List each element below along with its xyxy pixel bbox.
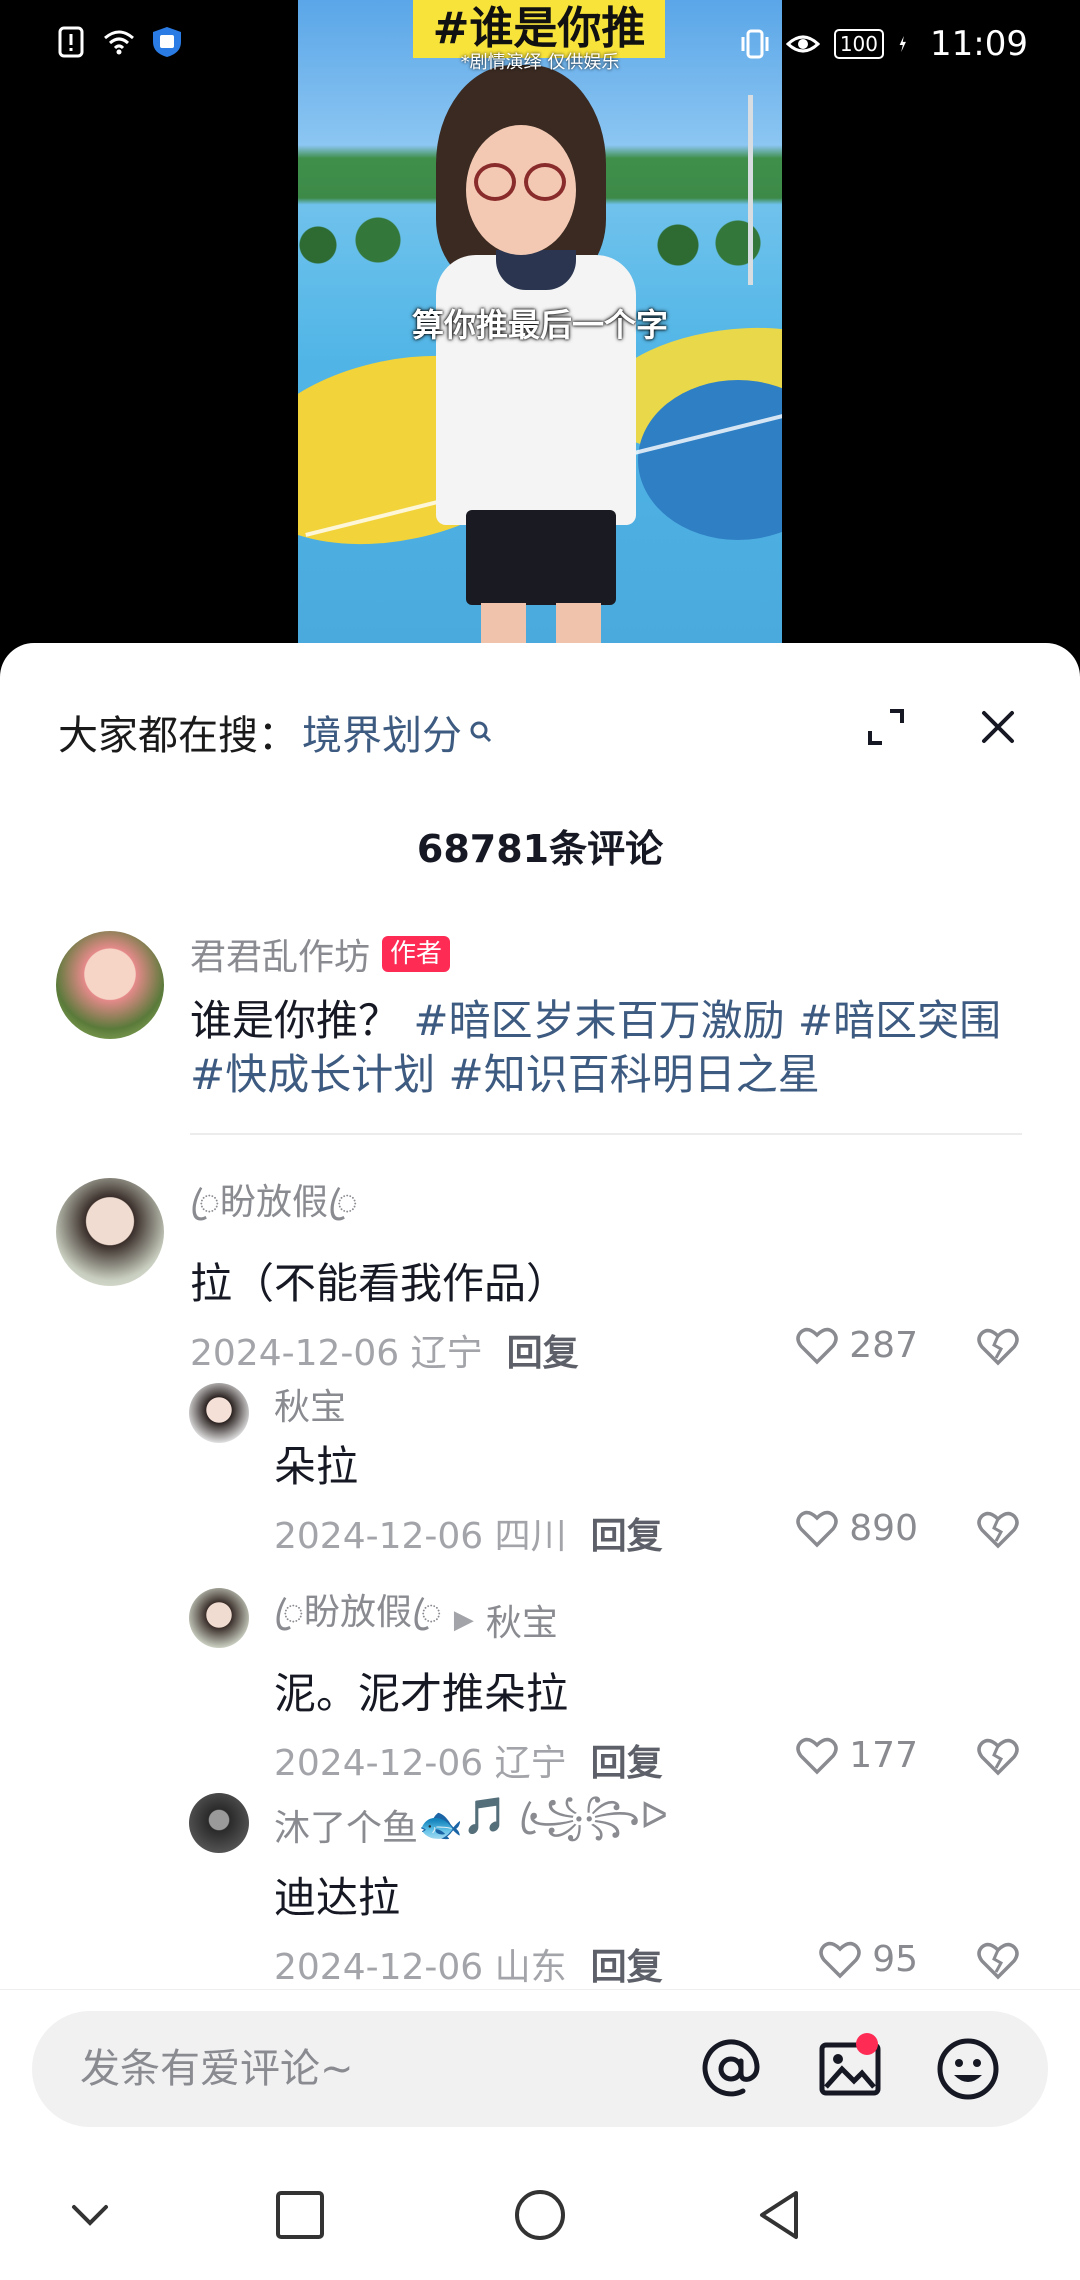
video-caption: 算你推最后一个字 (411, 306, 668, 344)
reply-button[interactable]: 回复 (591, 1507, 663, 1559)
like-count: 95 (872, 1939, 918, 1980)
commenter-name[interactable]: ꦿ盼放假ꦿ (190, 1173, 1020, 1247)
back-icon[interactable] (750, 2185, 810, 2245)
recent-apps-icon[interactable] (270, 2185, 330, 2245)
status-time: 11:09 (930, 24, 1028, 64)
broken-heart-icon[interactable] (976, 1325, 1020, 1369)
like-count: 890 (849, 1508, 918, 1549)
comment-text[interactable]: 迪达拉 (274, 1871, 1020, 1925)
comment-date-location: 2024-12-06 辽宁 (190, 1333, 483, 1374)
commenter-name[interactable]: 沐了个鱼 (274, 1799, 418, 1851)
comment-meta: 2024-12-06 辽宁 回复 287 (190, 1325, 1020, 1375)
eye-icon (785, 35, 820, 53)
heart-icon (819, 1941, 861, 1978)
close-icon[interactable] (976, 705, 1020, 749)
system-navigation-bar (0, 2143, 1080, 2280)
reply-to-name[interactable]: 秋宝 (486, 1594, 558, 1646)
reply-name-row: 沐了个鱼 🐟 🎵 ꧁ꦿ꧂ᐅ (274, 1788, 1020, 1861)
wifi-icon (104, 30, 134, 55)
vibrate-icon (741, 29, 769, 59)
reply-button[interactable]: 回复 (507, 1324, 579, 1376)
image-button[interactable] (814, 2033, 886, 2105)
reply-item: ꦿ盼放假ꦿ ▶ 秋宝 泥。泥才推朵拉 2024-12-06 辽宁 回复 177 (274, 1583, 1020, 1785)
comment-count: 68781条评论 (416, 827, 664, 871)
commenter-name[interactable]: ꦿ盼放假ꦿ (274, 1583, 442, 1657)
comment-meta: 2024-12-06 山东 回复 95 (274, 1939, 1020, 1989)
broken-heart-icon[interactable] (976, 1939, 1020, 1983)
comment-date-location: 2024-12-06 辽宁 (274, 1743, 567, 1784)
reply-button[interactable]: 回复 (591, 1938, 663, 1990)
alert-icon (58, 26, 84, 58)
comment-sheet: 大家都在搜： 境界划分 68781条评论 君君乱作坊 作者 谁是你推？ #暗区岁… (0, 643, 1080, 2280)
heart-icon (796, 1510, 839, 1547)
avatar[interactable] (189, 1588, 249, 1648)
charging-icon (899, 36, 906, 52)
reply-to-arrow-icon: ▶ (453, 1605, 474, 1635)
heart-icon (796, 1327, 839, 1364)
author-post-text: 谁是你推？ #暗区岁末百万激励 #暗区突围 #快成长计划 #知识百科明日之星 (190, 994, 1020, 1102)
avatar[interactable] (189, 1793, 249, 1853)
trending-search-term[interactable]: 境界划分 (302, 703, 462, 761)
status-bar: 100 11:09 (0, 0, 1080, 90)
divider (0, 1989, 1080, 1990)
avatar[interactable] (189, 1383, 249, 1443)
trending-search-prefix: 大家都在搜： (58, 713, 298, 759)
reply-item: 秋宝 朵拉 2024-12-06 四川 回复 890 (274, 1378, 1020, 1558)
chevron-down-icon[interactable] (60, 2185, 120, 2245)
author-badge: 作者 (382, 936, 451, 972)
expand-icon[interactable] (864, 705, 908, 749)
home-icon[interactable] (510, 2185, 570, 2245)
comment-text[interactable]: 朵拉 (274, 1440, 1020, 1494)
author-post: 君君乱作坊 作者 谁是你推？ #暗区岁末百万激励 #暗区突围 #快成长计划 #知… (190, 928, 1020, 1102)
notification-dot (856, 2033, 878, 2055)
trending-search[interactable]: 大家都在搜： 境界划分 (58, 703, 494, 761)
video-person (416, 55, 666, 660)
shield-icon (153, 27, 181, 57)
comment-item: ꦿ盼放假ꦿ 拉（不能看我作品） 2024-12-06 辽宁 回复 287 (190, 1173, 1020, 1375)
search-icon (470, 721, 492, 743)
comment-input[interactable] (80, 2041, 680, 2097)
broken-heart-icon[interactable] (976, 1508, 1020, 1552)
video-player[interactable]: #谁是你推 *剧情演绎 仅供娱乐 算你推最后一个字 (0, 0, 1080, 660)
like-button[interactable]: 95 (818, 1939, 918, 1980)
video-lamp-post (748, 95, 753, 285)
avatar[interactable] (56, 1178, 164, 1286)
comment-meta: 2024-12-06 四川 回复 890 (274, 1508, 1020, 1558)
comment-date-location: 2024-12-06 山东 (274, 1947, 567, 1988)
like-count: 177 (849, 1735, 918, 1776)
comment-meta: 2024-12-06 辽宁 回复 177 (274, 1735, 1020, 1785)
like-button[interactable]: 177 (795, 1735, 918, 1776)
like-button[interactable]: 287 (795, 1325, 918, 1366)
author-name-row: 君君乱作坊 作者 (190, 928, 1020, 980)
like-button[interactable]: 890 (795, 1508, 918, 1549)
mention-icon[interactable] (695, 2033, 767, 2105)
comment-text[interactable]: 泥。泥才推朵拉 (274, 1667, 1020, 1721)
fish-icon: 🐟 (418, 1804, 463, 1846)
comment-input-bar (32, 2011, 1048, 2127)
reply-button[interactable]: 回复 (591, 1734, 663, 1786)
reply-name-row: ꦿ盼放假ꦿ ▶ 秋宝 (274, 1583, 1020, 1657)
commenter-name-decoration: 🎵 ꧁ꦿ꧂ᐅ (462, 1796, 668, 1837)
commenter-name[interactable]: 秋宝 (274, 1378, 1020, 1430)
reply-item: 沐了个鱼 🐟 🎵 ꧁ꦿ꧂ᐅ 迪达拉 2024-12-06 山东 回复 95 (274, 1788, 1020, 1989)
author-name[interactable]: 君君乱作坊 (190, 928, 370, 980)
author-post-question: 谁是你推？ (190, 996, 401, 1045)
comment-text[interactable]: 拉（不能看我作品） (190, 1257, 1020, 1311)
emoji-icon[interactable] (932, 2033, 1004, 2105)
like-count: 287 (849, 1325, 918, 1366)
comment-date-location: 2024-12-06 四川 (274, 1516, 567, 1557)
battery-level: 100 (833, 29, 885, 59)
heart-icon (796, 1737, 839, 1774)
avatar[interactable] (56, 931, 164, 1039)
divider (190, 1133, 1022, 1135)
broken-heart-icon[interactable] (976, 1735, 1020, 1779)
